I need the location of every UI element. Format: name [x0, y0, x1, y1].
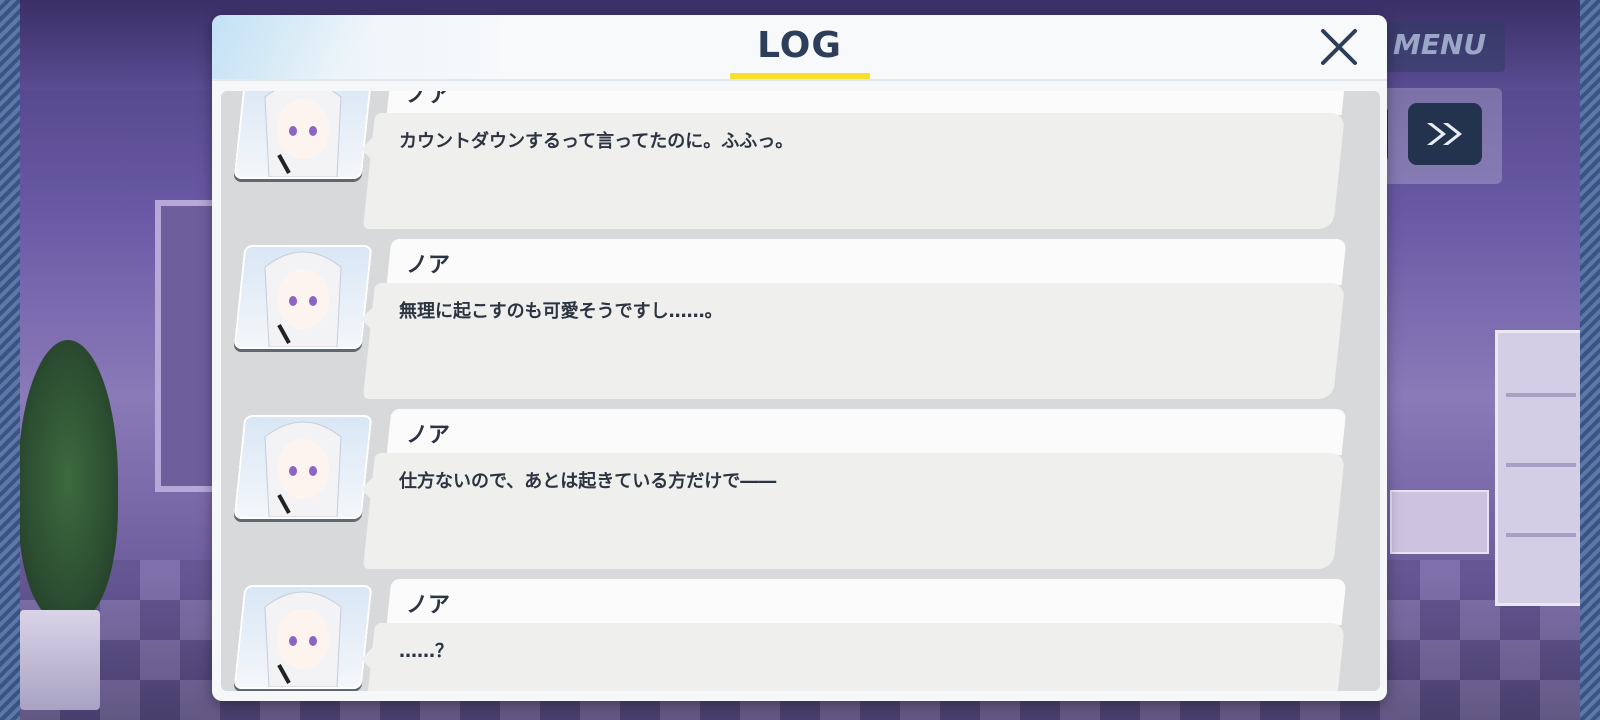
speaker-name: ノア: [406, 253, 451, 278]
potted-plant: [18, 340, 118, 620]
speaker-name: ノア: [406, 593, 451, 618]
log-entries-list[interactable]: ノア カウントダウンするって言ってたのに。ふふっ。 ノア 無理に起こすのも可愛そ…: [221, 91, 1380, 691]
speaker-portrait: [233, 585, 373, 689]
speaker-name-tab: [386, 91, 1347, 115]
bookshelf: [1495, 330, 1586, 606]
message-pointer: [361, 475, 375, 503]
speaker-name-tab: [386, 239, 1347, 285]
message-pointer: [361, 135, 375, 163]
message-text: カウントダウンするって言ってたのに。ふふっ。: [399, 131, 794, 152]
log-dialog: LOG ノア カウントダウンするって言ってたのに。ふふっ。 ノア 無理に起こすの…: [212, 15, 1387, 701]
dialog-title: LOG: [757, 25, 842, 66]
menu-label: MENU: [1393, 28, 1487, 61]
speaker-portrait: [233, 415, 373, 519]
speaker-name: ノア: [406, 91, 451, 108]
speaker-name-tab: [386, 579, 1347, 625]
message-box: [362, 623, 1346, 691]
speaker-portrait: [233, 91, 373, 179]
message-text: 仕方ないので、あとは起きている方だけで――: [399, 471, 777, 492]
dialog-header: LOG: [212, 15, 1387, 81]
speaker-portrait: [233, 245, 373, 349]
log-entry: ノア 無理に起こすのも可愛そうですし……。: [221, 239, 1380, 405]
cabinet: [1390, 490, 1489, 554]
speaker-name-tab: [386, 409, 1347, 455]
log-entry: ノア 仕方ないので、あとは起きている方だけで――: [221, 409, 1380, 575]
log-entry: ノア カウントダウンするって言ってたのに。ふふっ。: [221, 91, 1380, 235]
skip-button[interactable]: [1408, 103, 1482, 165]
message-text: 無理に起こすのも可愛そうですし……。: [399, 301, 723, 322]
speaker-name: ノア: [406, 423, 451, 448]
title-underline: [730, 73, 870, 79]
close-button[interactable]: [1317, 25, 1361, 69]
left-border-stripes: [0, 0, 20, 720]
log-entry: ノア ……？: [221, 579, 1380, 691]
plant-pot: [20, 610, 100, 710]
message-text: ……？: [399, 641, 453, 662]
right-border-stripes: [1580, 0, 1600, 720]
message-pointer: [361, 645, 375, 673]
message-pointer: [361, 305, 375, 333]
fast-forward-icon: [1427, 123, 1462, 145]
close-icon: [1321, 29, 1357, 65]
